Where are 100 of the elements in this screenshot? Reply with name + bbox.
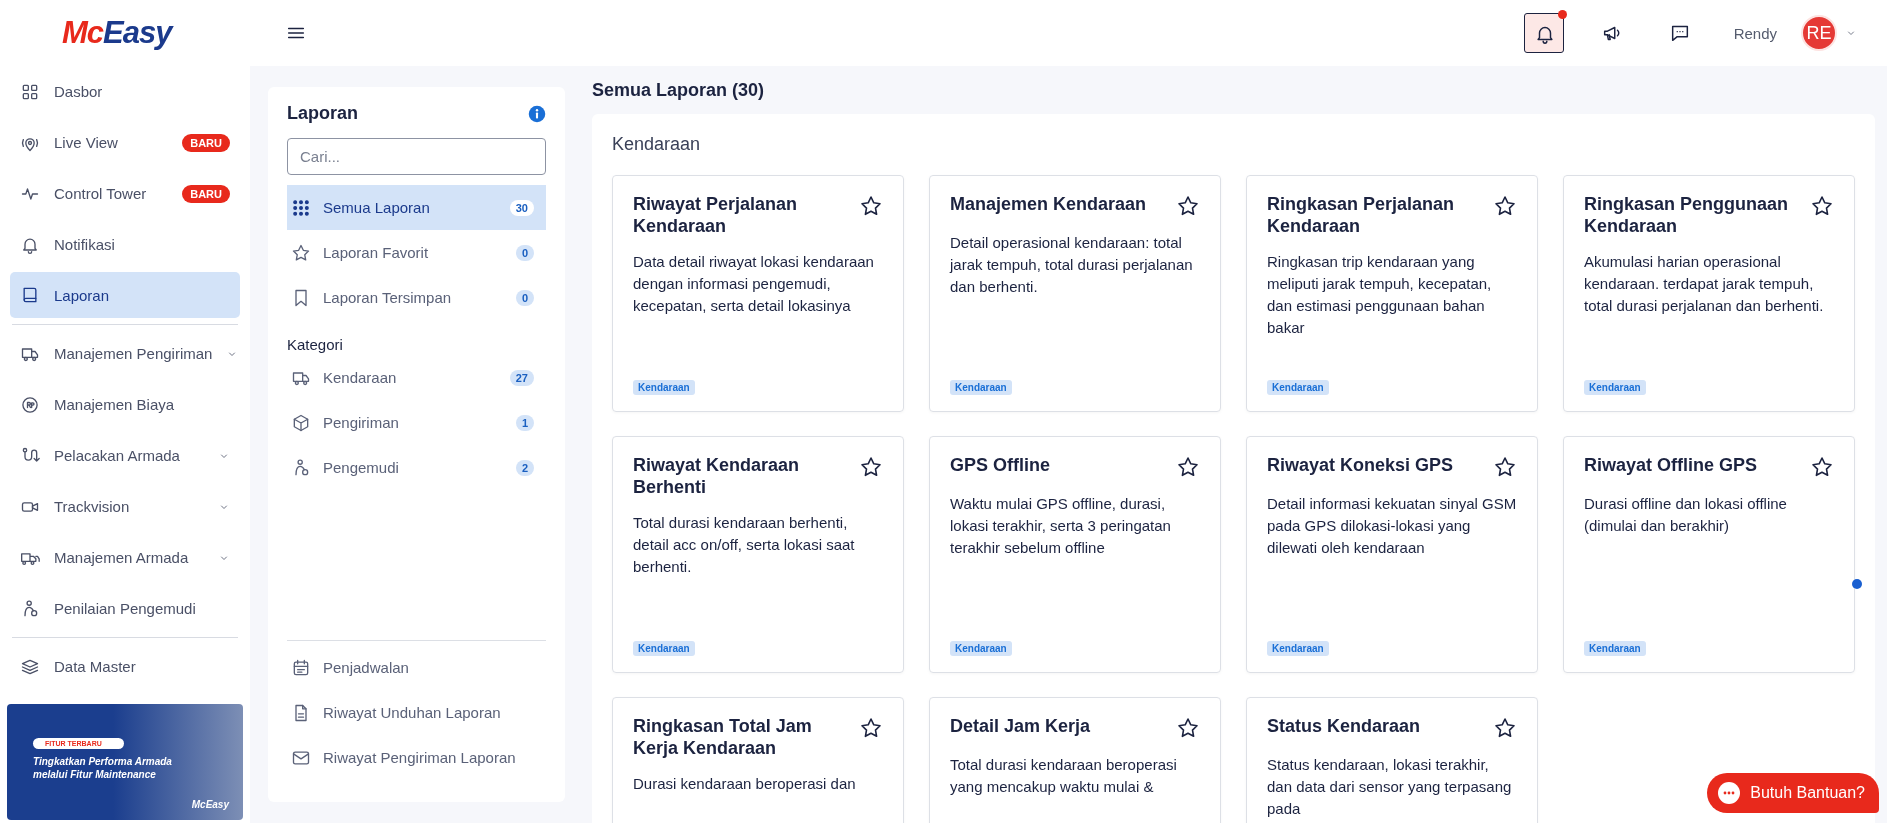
report-link[interactable]: Riwayat Unduhan Laporan bbox=[287, 690, 546, 735]
report-description: Total durasi kendaraan berhenti, detail acc on/off, serta lokasi saat berhenti. bbox=[633, 513, 856, 578]
sidebar-item[interactable]: Live View BARU bbox=[10, 117, 240, 168]
coin-icon bbox=[20, 394, 40, 415]
favorite-star-button[interactable] bbox=[859, 194, 883, 218]
box-icon bbox=[291, 412, 311, 433]
report-title: Ringkasan Perjalanan Kendaraan bbox=[1267, 194, 1456, 238]
report-description: Detail operasional kendaraan: total jarak tempuh, total durasi perjalanan dan berhenti. bbox=[950, 233, 1194, 297]
report-filter-item[interactable]: Kendaraan 27 bbox=[287, 355, 546, 400]
promo-text: Tingkatkan Performa Armada melalui Fitur Maintenance bbox=[33, 755, 173, 781]
sidebar-item[interactable]: Manajemen Pengiriman bbox=[10, 328, 240, 379]
report-card[interactable]: Detail Jam Kerja Total durasi kendaraan beroperasi yang mencakup waktu mulai & bbox=[929, 697, 1221, 823]
sidebar-item[interactable]: Control Tower BARU bbox=[10, 168, 240, 219]
report-title: Riwayat Perjalanan Kendaraan bbox=[633, 194, 799, 238]
sidebar-item[interactable]: Manajemen Armada bbox=[10, 532, 240, 583]
sidebar-item[interactable]: Trackvision bbox=[10, 481, 240, 532]
report-description: Ringkasan trip kendaraan yang meliputi jarak tempuh, kecepatan, dan estimasi penggunaan bahan bakar bbox=[1267, 252, 1493, 339]
report-card[interactable]: Riwayat Offline GPS Durasi offline dan lokasi offline (dimulai dan berakhir) Kendaraan bbox=[1563, 436, 1855, 673]
favorite-star-button[interactable] bbox=[859, 455, 883, 479]
report-filter-item[interactable]: Pengiriman 1 bbox=[287, 400, 546, 445]
category-heading: Kategori bbox=[287, 336, 344, 353]
report-title: Riwayat Koneksi GPS bbox=[1267, 455, 1454, 477]
report-description: Total durasi kendaraan beroperasi yang mencakup waktu mulai & bbox=[950, 755, 1178, 797]
count-badge: 27 bbox=[509, 369, 534, 386]
category-tag: Kendaraan bbox=[1267, 641, 1329, 656]
report-title: Ringkasan Total Jam Kerja Kendaraan bbox=[633, 716, 813, 760]
category-tag: Kendaraan bbox=[1267, 380, 1329, 395]
report-card[interactable]: Riwayat Perjalanan Kendaraan Data detail riwayat lokasi kendaraan dengan informasi pengemudi, kecepatan, serta detail lokasinya Kendaraan bbox=[612, 175, 904, 412]
report-card[interactable]: Riwayat Koneksi GPS Detail informasi kekuatan sinyal GSM pada GPS dilokasi-lokasi yang dilewati oleh kendaraan Kendaraan bbox=[1246, 436, 1538, 673]
report-description: Status kendaraan, lokasi terakhir, dan data dari sensor yang terpasang pada bbox=[1267, 755, 1513, 819]
report-filter-item[interactable]: Laporan Favorit 0 bbox=[287, 230, 546, 275]
avatar[interactable]: RE bbox=[1801, 15, 1837, 51]
report-description: Durasi offline dan lokasi offline (dimulai dan berakhir) bbox=[1584, 494, 1788, 536]
info-icon[interactable] bbox=[528, 104, 546, 123]
category-tag: Kendaraan bbox=[1584, 641, 1646, 656]
scroll-handle[interactable] bbox=[1852, 579, 1862, 589]
report-link[interactable]: Riwayat Pengiriman Laporan bbox=[287, 735, 546, 780]
report-card[interactable]: Ringkasan Penggunaan Kendaraan Akumulasi harian operasional kendaraan. terdapat jarak tempuh, total durasi perjalanan dan berhenti. Kendaraan bbox=[1563, 175, 1855, 412]
sidebar-item[interactable]: Data Master bbox=[10, 641, 240, 692]
favorite-star-button[interactable] bbox=[1493, 194, 1517, 218]
sidebar-item[interactable]: Pelacakan Armada bbox=[10, 430, 240, 481]
calendar-icon bbox=[291, 657, 311, 678]
report-card[interactable]: GPS Offline Waktu mulai GPS offline, durasi, lokasi terakhir, serta 3 peringatan terakhir sebelum offline Kendaraan bbox=[929, 436, 1221, 673]
count-badge: 0 bbox=[515, 289, 534, 306]
report-card[interactable]: Ringkasan Perjalanan Kendaraan Ringkasan trip kendaraan yang meliputi jarak tempuh, kecepatan, dan estimasi penggunaan bahan bakar Kendaraan bbox=[1246, 175, 1538, 412]
report-filter-item[interactable]: Laporan Tersimpan 0 bbox=[287, 275, 546, 320]
report-title: Ringkasan Penggunaan Kendaraan bbox=[1584, 194, 1790, 238]
sidebar-item[interactable]: Notifikasi bbox=[10, 219, 240, 270]
mceasy-logo: McEasy bbox=[62, 15, 175, 51]
category-tag: Kendaraan bbox=[633, 380, 695, 395]
report-title: Riwayat Offline GPS bbox=[1584, 455, 1758, 477]
favorite-star-button[interactable] bbox=[1176, 455, 1200, 479]
favorite-star-button[interactable] bbox=[859, 716, 883, 740]
report-title: GPS Offline bbox=[950, 455, 1050, 477]
favorite-star-button[interactable] bbox=[1810, 455, 1834, 479]
section-title: Kendaraan bbox=[612, 134, 702, 155]
page-heading: Semua Laporan (30) bbox=[592, 80, 766, 101]
sidebar-item[interactable]: Manajemen Biaya bbox=[10, 379, 240, 430]
user-name: Rendy bbox=[1733, 24, 1777, 42]
report-description: Waktu mulai GPS offline, durasi, lokasi terakhir, serta 3 peringatan terakhir sebelum offline bbox=[950, 494, 1172, 558]
report-link[interactable]: Penjadwalan bbox=[287, 645, 546, 690]
report-card[interactable]: Ringkasan Total Jam Kerja Kendaraan Durasi kendaraan beroperasi dan bbox=[612, 697, 904, 823]
report-title: Manajemen Kendaraan bbox=[950, 194, 1147, 216]
dot-grid-icon bbox=[291, 197, 311, 218]
help-button[interactable]: Butuh Bantuan? bbox=[1707, 773, 1879, 813]
favorite-star-button[interactable] bbox=[1810, 194, 1834, 218]
new-badge: BARU bbox=[182, 133, 230, 152]
report-description: Data detail riwayat lokasi kendaraan dengan informasi pengemudi, kecepatan, serta detail lokasinya bbox=[633, 252, 875, 317]
report-card[interactable]: Riwayat Kendaraan Berhenti Total durasi kendaraan berhenti, detail acc on/off, serta lokasi saat berhenti. Kendaraan bbox=[612, 436, 904, 673]
report-description: Detail informasi kekuatan sinyal GSM pada GPS dilokasi-lokasi yang dilewati oleh kendaraan bbox=[1267, 494, 1517, 558]
report-description: Akumulasi harian operasional kendaraan. terdapat jarak tempuh, total durasi perjalanan dan berhenti. bbox=[1584, 252, 1825, 317]
category-tag: Kendaraan bbox=[1584, 380, 1646, 395]
search-field[interactable]: Cari... bbox=[287, 138, 546, 175]
sidebar-item[interactable]: Penilaian Pengemudi bbox=[10, 583, 240, 634]
notification-button[interactable] bbox=[1523, 13, 1564, 53]
report-filter-item[interactable]: Pengemudi 2 bbox=[287, 445, 546, 490]
panel-title: Laporan bbox=[287, 103, 358, 124]
new-badge: BARU bbox=[182, 184, 230, 203]
report-title: Detail Jam Kerja bbox=[950, 716, 1091, 738]
report-title: Riwayat Kendaraan Berhenti bbox=[633, 455, 801, 499]
count-badge: 30 bbox=[509, 199, 534, 216]
favorite-star-button[interactable] bbox=[1493, 455, 1517, 479]
report-filter-item[interactable]: Semua Laporan 30 bbox=[287, 185, 546, 230]
category-tag: Kendaraan bbox=[950, 641, 1012, 656]
count-badge: 1 bbox=[515, 414, 534, 431]
report-card[interactable]: Manajemen Kendaraan Detail operasional kendaraan: total jarak tempuh, total durasi perjalanan dan berhenti. Kendaraan bbox=[929, 175, 1221, 412]
sidebar-item[interactable]: Laporan bbox=[10, 272, 240, 318]
chat-bubble-icon bbox=[1717, 781, 1742, 805]
report-title: Status Kendaraan bbox=[1267, 716, 1421, 738]
report-description: Durasi kendaraan beroperasi dan bbox=[633, 774, 857, 795]
favorite-star-button[interactable] bbox=[1176, 716, 1200, 740]
count-badge: 0 bbox=[515, 244, 534, 261]
favorite-star-button[interactable] bbox=[1493, 716, 1517, 740]
sidebar-item[interactable]: Dasbor bbox=[10, 66, 240, 117]
brand-logo: McEasy bbox=[191, 799, 229, 810]
favorite-star-button[interactable] bbox=[1176, 194, 1200, 218]
report-card[interactable]: Status Kendaraan Status kendaraan, lokasi terakhir, dan data dari sensor yang terpasang pada bbox=[1246, 697, 1538, 823]
count-badge: 2 bbox=[515, 459, 534, 476]
star-icon bbox=[291, 242, 311, 263]
category-tag: Kendaraan bbox=[950, 380, 1012, 395]
